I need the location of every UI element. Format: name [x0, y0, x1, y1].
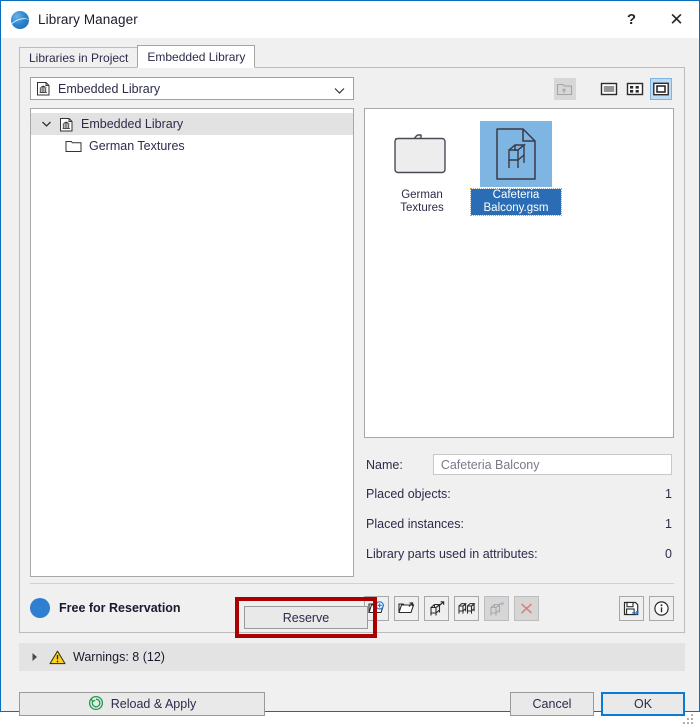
- tab-bar: Libraries in Project Embedded Library: [19, 45, 699, 68]
- footer-bar: Reload & Apply Cancel OK: [1, 681, 699, 727]
- library-manager-dialog: Library Manager ? ✕ Libraries in Project…: [0, 0, 700, 724]
- detail-placed-instances-row: Placed instances: 1: [366, 517, 672, 531]
- help-button[interactable]: ?: [609, 1, 654, 38]
- triangle-right-icon[interactable]: [31, 652, 39, 662]
- go-up-folder-icon[interactable]: [554, 77, 576, 100]
- library-select-value: Embedded Library: [58, 81, 161, 96]
- info-icon[interactable]: [649, 595, 674, 621]
- close-button[interactable]: ✕: [654, 1, 699, 38]
- grid-item-label: Cafeteria Balcony.gsm: [470, 188, 562, 216]
- detail-name-value: Cafeteria Balcony: [432, 454, 672, 475]
- delete-object-icon: [514, 595, 539, 621]
- window-title: Library Manager: [38, 12, 138, 27]
- cancel-button[interactable]: Cancel: [510, 692, 594, 716]
- grid-item-folder[interactable]: German Textures: [377, 121, 467, 215]
- panel-toolbar-row: Embedded Library: [20, 68, 684, 100]
- tree-item-label: Embedded Library: [81, 117, 184, 131]
- reserve-button[interactable]: Reserve: [244, 606, 368, 629]
- detail-placed-objects-row: Placed objects: 1: [366, 487, 672, 501]
- warnings-label: Warnings: 8 (12): [73, 650, 165, 664]
- chevron-down-icon[interactable]: [41, 120, 59, 128]
- duplicate-objects-icon[interactable]: [454, 595, 479, 621]
- move-object-icon: [484, 595, 509, 621]
- detail-label: Placed instances:: [366, 517, 464, 531]
- footer-actions: Cancel OK: [510, 692, 685, 716]
- library-building-icon: [59, 117, 74, 132]
- large-icons-view-icon[interactable]: [650, 77, 672, 100]
- archicad-globe-icon: [11, 10, 29, 29]
- reserve-highlight-box: Reserve: [235, 597, 377, 638]
- title-bar: Library Manager ? ✕: [1, 1, 699, 38]
- tree-item-german-textures[interactable]: German Textures: [31, 135, 353, 157]
- library-select[interactable]: Embedded Library: [30, 77, 354, 100]
- window-controls: ? ✕: [609, 1, 699, 38]
- details-view-icon[interactable]: [624, 78, 646, 100]
- reload-and-apply-label: Reload & Apply: [110, 697, 197, 711]
- folder-icon: [65, 139, 82, 153]
- resize-grip[interactable]: [683, 712, 695, 724]
- save-as-icon[interactable]: [619, 595, 644, 621]
- tab-panel: Embedded Library Embedded Library German…: [19, 67, 685, 638]
- detail-name-label: Name:: [366, 457, 403, 472]
- tab-libraries-in-project[interactable]: Libraries in Project: [19, 47, 139, 67]
- item-details: Name: Cafeteria Balcony Placed objects: …: [364, 438, 674, 577]
- grid-item-label: German Textures: [400, 189, 444, 214]
- reservation-status-dot: [30, 598, 50, 618]
- warning-triangle-icon: [49, 650, 66, 665]
- reservation-status-label: Free for Reservation: [59, 601, 181, 615]
- list-view-icon[interactable]: [598, 78, 620, 100]
- detail-value: 0: [665, 547, 672, 561]
- detail-label: Placed objects:: [366, 487, 451, 501]
- tab-embedded-library[interactable]: Embedded Library: [137, 45, 256, 68]
- object-file-icon: [480, 121, 552, 187]
- reservation-status-area: Free for Reservation Reserve: [30, 597, 377, 638]
- library-item-grid[interactable]: German Textures Cafeteria Balcony.gsm: [364, 108, 674, 438]
- detail-label: Library parts used in attributes:: [366, 547, 538, 561]
- reload-and-apply-button[interactable]: Reload & Apply: [19, 692, 265, 716]
- library-tree[interactable]: Embedded Library German Textures: [30, 108, 354, 577]
- library-building-icon: [36, 81, 51, 96]
- tree-item-embedded-library[interactable]: Embedded Library: [31, 113, 353, 135]
- ok-button[interactable]: OK: [601, 692, 685, 716]
- chevron-down-icon: [334, 84, 345, 98]
- detail-attributes-row: Library parts used in attributes: 0: [366, 547, 672, 561]
- panel-body: Embedded Library German Textures German …: [20, 100, 684, 577]
- detail-value: 1: [665, 487, 672, 501]
- refresh-icon: [88, 695, 104, 714]
- reservation-bar: Free for Reservation Reserve: [20, 584, 684, 638]
- grid-item-cafeteria-balcony[interactable]: Cafeteria Balcony.gsm: [470, 121, 562, 216]
- action-toolbar: [364, 595, 674, 621]
- warnings-row[interactable]: Warnings: 8 (12): [19, 643, 685, 671]
- folder-icon: [386, 121, 458, 187]
- detail-name-row: Name: Cafeteria Balcony: [366, 454, 672, 475]
- export-folder-icon[interactable]: [394, 595, 419, 621]
- export-object-icon[interactable]: [424, 595, 449, 621]
- right-column: German Textures Cafeteria Balcony.gsm Na…: [364, 108, 674, 577]
- detail-value: 1: [665, 517, 672, 531]
- tree-item-label: German Textures: [89, 139, 185, 153]
- view-toolbar: [354, 77, 674, 100]
